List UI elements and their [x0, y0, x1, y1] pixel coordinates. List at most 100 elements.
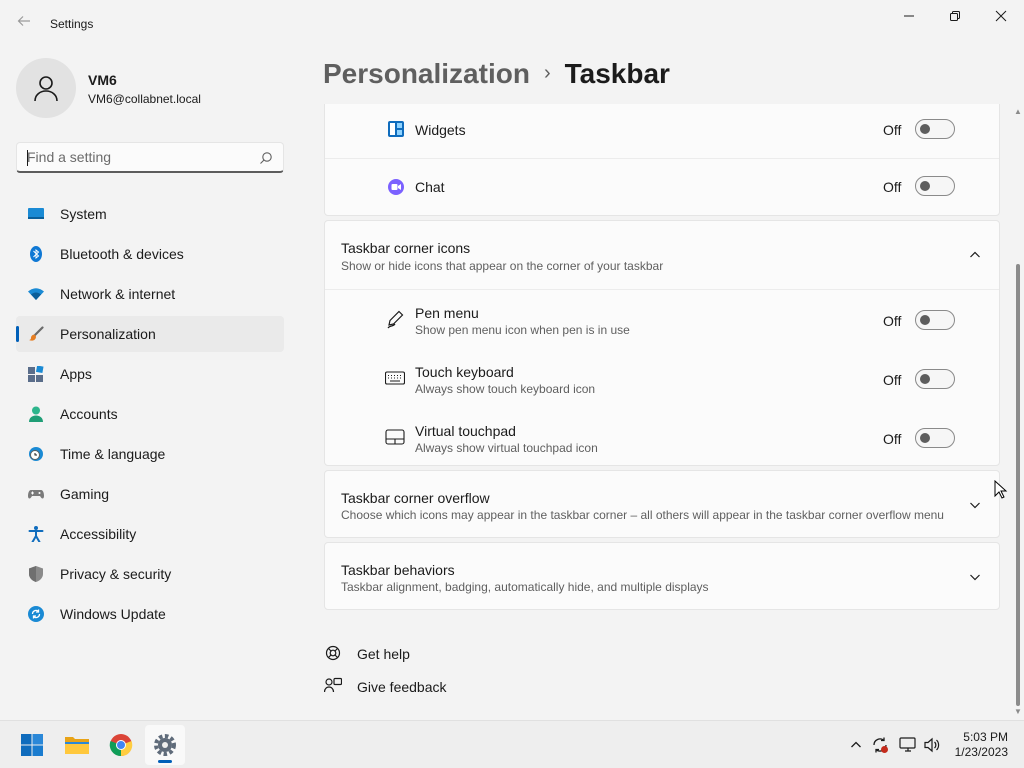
update-icon: [28, 606, 44, 622]
sidebar-item-accessibility[interactable]: Accessibility: [16, 516, 284, 552]
volume-tray-button[interactable]: [922, 735, 942, 755]
back-button[interactable]: [12, 12, 36, 36]
virtual-touchpad-row: Virtual touchpad Always show virtual tou…: [325, 408, 999, 466]
clock-globe-icon: [29, 447, 43, 461]
breadcrumb: Personalization › Taskbar: [323, 58, 670, 90]
user-email: VM6@collabnet.local: [88, 92, 201, 106]
behaviors-card[interactable]: Taskbar behaviors Taskbar alignment, bad…: [324, 542, 1000, 610]
chevron-down-icon[interactable]: [969, 571, 981, 583]
brush-icon: [29, 326, 44, 341]
corner-icons-header[interactable]: Taskbar corner icons Show or hide icons …: [325, 221, 999, 289]
wifi-icon: [28, 288, 44, 300]
sidebar-item-windows-update[interactable]: Windows Update: [16, 596, 284, 632]
accounts-icon: [29, 406, 43, 422]
title-bar: Settings: [0, 0, 1024, 48]
show-hidden-icons-button[interactable]: [846, 735, 866, 755]
gear-icon: [154, 734, 176, 756]
sidebar-item-label: Bluetooth & devices: [60, 246, 184, 262]
sidebar-item-bluetooth[interactable]: Bluetooth & devices: [16, 236, 284, 272]
close-button[interactable]: [978, 0, 1024, 32]
sync-alert-icon: [873, 737, 888, 753]
mouse-cursor-icon: [994, 480, 1008, 499]
avatar[interactable]: [16, 58, 76, 118]
sidebar-item-gaming[interactable]: Gaming: [16, 476, 284, 512]
pen-icon: [387, 310, 404, 329]
widgets-row: Widgets Off: [325, 104, 999, 158]
pen-menu-description: Show pen menu icon when pen is in use: [415, 323, 630, 337]
chat-label: Chat: [415, 179, 445, 195]
main-content: Widgets Off Chat Off Taskbar corner icon…: [324, 104, 1000, 716]
pen-menu-label: Pen menu: [415, 305, 479, 321]
corner-icons-card: Taskbar corner icons Show or hide icons …: [324, 220, 1000, 466]
touch-keyboard-toggle-state: Off: [883, 372, 902, 388]
chevron-up-icon[interactable]: [969, 249, 981, 261]
close-icon: [995, 10, 1007, 22]
sidebar-item-personalization[interactable]: Personalization: [16, 316, 284, 352]
search-box[interactable]: [16, 142, 284, 173]
sidebar-item-accounts[interactable]: Accounts: [16, 396, 284, 432]
keyboard-icon: [385, 371, 405, 385]
widgets-toggle-state: Off: [883, 122, 902, 138]
file-explorer-button[interactable]: [57, 725, 97, 765]
breadcrumb-separator: ›: [543, 62, 551, 84]
touch-keyboard-row: Touch keyboard Always show touch keyboar…: [325, 349, 999, 408]
minimize-button[interactable]: [886, 0, 932, 32]
pen-menu-row: Pen menu Show pen menu icon when pen is …: [325, 290, 999, 349]
get-help-icon: [325, 645, 341, 661]
virtual-touchpad-description: Always show virtual touchpad icon: [415, 441, 598, 455]
app-title: Settings: [50, 17, 94, 31]
give-feedback-link[interactable]: Give feedback: [357, 679, 447, 695]
chevron-down-icon[interactable]: [969, 499, 981, 511]
sidebar-item-label: Gaming: [60, 486, 110, 502]
clock-time: 5:03 PM: [963, 730, 1008, 744]
restore-button[interactable]: [932, 0, 978, 32]
settings-taskbar-button[interactable]: [145, 725, 185, 765]
pen-menu-toggle[interactable]: [915, 310, 955, 330]
touch-keyboard-toggle[interactable]: [915, 369, 955, 389]
bluetooth-icon: [30, 246, 42, 262]
sidebar-item-label: Windows Update: [60, 606, 166, 622]
windows-start-icon: [21, 734, 43, 756]
network-tray-button[interactable]: [898, 735, 918, 755]
get-help-link[interactable]: Get help: [357, 646, 410, 662]
shield-icon: [29, 566, 43, 582]
widgets-toggle[interactable]: [915, 119, 955, 139]
scrollbar[interactable]: ▲ ▼: [1012, 104, 1024, 718]
corner-overflow-title: Taskbar corner overflow: [341, 490, 490, 506]
sync-tray-button[interactable]: [870, 735, 890, 755]
chat-toggle[interactable]: [915, 176, 955, 196]
start-button[interactable]: [12, 725, 52, 765]
chrome-button[interactable]: [101, 725, 141, 765]
page-title: Taskbar: [564, 58, 670, 89]
breadcrumb-parent[interactable]: Personalization: [323, 58, 530, 89]
accessibility-icon: [28, 526, 44, 542]
sidebar-item-label: Personalization: [60, 326, 156, 342]
text-caret: [27, 150, 28, 166]
sidebar-item-time-language[interactable]: Time & language: [16, 436, 284, 472]
user-name: VM6: [88, 72, 117, 88]
taskbar-items-card: Widgets Off Chat Off: [324, 104, 1000, 216]
clock[interactable]: 5:03 PM 1/23/2023: [955, 730, 1008, 760]
scroll-thumb[interactable]: [1016, 264, 1020, 706]
corner-overflow-card[interactable]: Taskbar corner overflow Choose which ico…: [324, 470, 1000, 538]
minimize-icon: [904, 15, 914, 17]
sidebar-item-label: Accounts: [60, 406, 118, 422]
system-icon: [28, 208, 44, 219]
sidebar-item-network[interactable]: Network & internet: [16, 276, 284, 312]
sidebar-item-apps[interactable]: Apps: [16, 356, 284, 392]
corner-icons-description: Show or hide icons that appear on the co…: [341, 259, 664, 273]
touch-keyboard-description: Always show touch keyboard icon: [415, 382, 596, 396]
virtual-touchpad-label: Virtual touchpad: [415, 423, 516, 439]
os-taskbar: 5:03 PM 1/23/2023: [0, 720, 1024, 768]
scroll-up-arrow[interactable]: ▲: [1014, 108, 1022, 116]
sidebar-item-privacy[interactable]: Privacy & security: [16, 556, 284, 592]
virtual-touchpad-toggle-state: Off: [883, 431, 902, 447]
virtual-touchpad-toggle[interactable]: [915, 428, 955, 448]
search-input[interactable]: [27, 149, 247, 165]
touchpad-icon: [385, 429, 405, 445]
chat-row: Chat Off: [325, 159, 999, 216]
chrome-icon: [109, 734, 133, 757]
sidebar-item-system[interactable]: System: [16, 196, 284, 232]
scroll-down-arrow[interactable]: ▼: [1014, 708, 1022, 716]
search-icon[interactable]: [259, 151, 273, 165]
